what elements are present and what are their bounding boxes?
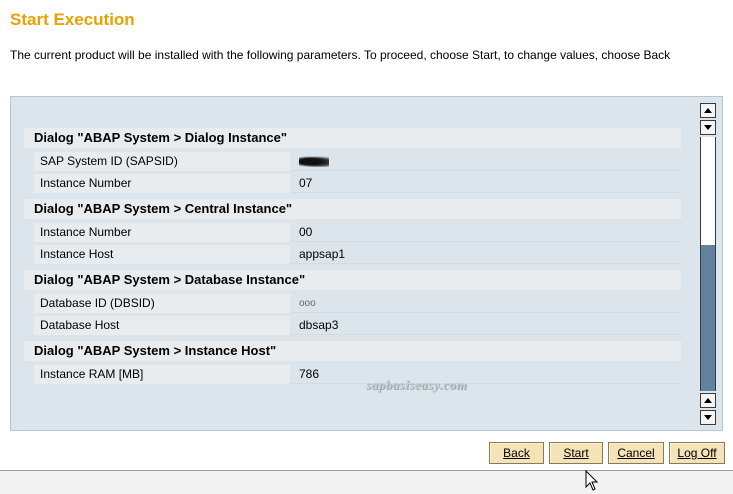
- triangle-up-icon: [704, 398, 712, 403]
- cancel-button[interactable]: Cancel: [608, 442, 664, 464]
- param-row-database-host: Database Host dbsap3: [24, 316, 681, 335]
- start-execution-page: Start Execution The current product will…: [0, 0, 733, 494]
- param-label: Instance RAM [MB]: [34, 365, 290, 384]
- param-row-dbsid: Database ID (DBSID) ooo: [24, 294, 681, 313]
- param-value: ooo: [290, 294, 681, 313]
- log-off-button[interactable]: Log Off: [669, 442, 725, 464]
- status-bar: [0, 470, 733, 494]
- param-label: Database Host: [34, 316, 290, 335]
- param-label: Instance Number: [34, 223, 290, 242]
- param-value-redacted: [290, 152, 681, 171]
- page-title: Start Execution: [10, 10, 135, 29]
- scrollbar-thumb[interactable]: [701, 245, 715, 391]
- param-label: Database ID (DBSID): [34, 294, 290, 313]
- mouse-pointer-icon: [585, 470, 599, 491]
- section-heading: Dialog "ABAP System > Central Instance": [24, 199, 681, 219]
- section-heading: Dialog "ABAP System > Dialog Instance": [24, 128, 681, 148]
- param-value: 00: [290, 223, 681, 242]
- param-row-instance-number: Instance Number 00: [24, 223, 681, 242]
- section-database-instance: Dialog "ABAP System > Database Instance"…: [24, 270, 681, 335]
- page-description: The current product will be installed wi…: [10, 48, 671, 62]
- triangle-down-icon: [704, 125, 712, 130]
- start-button[interactable]: Start: [549, 442, 603, 464]
- section-heading: Dialog "ABAP System > Database Instance": [24, 270, 681, 290]
- back-button[interactable]: Back: [489, 442, 544, 464]
- param-value: 07: [290, 174, 681, 193]
- scroll-up-button[interactable]: [700, 120, 716, 135]
- section-dialog-instance: Dialog "ABAP System > Dialog Instance" S…: [24, 128, 681, 193]
- scroll-bottom-button[interactable]: [700, 410, 716, 425]
- back-button-label: Back: [503, 446, 530, 460]
- scroll-down-button[interactable]: [700, 393, 716, 408]
- cancel-button-label: Cancel: [617, 446, 655, 460]
- log-off-button-label: Log Off: [677, 446, 717, 460]
- triangle-up-icon: [704, 108, 712, 113]
- param-row-instance-host: Instance Host appsap1: [24, 245, 681, 264]
- param-value: appsap1: [290, 245, 681, 264]
- vertical-scrollbar[interactable]: [700, 103, 716, 425]
- scroll-top-button[interactable]: [700, 103, 716, 118]
- section-instance-host: Dialog "ABAP System > Instance Host" Ins…: [24, 341, 681, 384]
- param-row-instance-ram: Instance RAM [MB] 786: [24, 365, 681, 384]
- param-value: 786: [290, 365, 681, 384]
- redaction-blot: [299, 156, 329, 168]
- param-label: SAP System ID (SAPSID): [34, 152, 290, 171]
- param-row-instance-number: Instance Number 07: [24, 174, 681, 193]
- param-label: Instance Host: [34, 245, 290, 264]
- section-central-instance: Dialog "ABAP System > Central Instance" …: [24, 199, 681, 264]
- start-button-label: Start: [563, 446, 589, 460]
- param-row-sapsid: SAP System ID (SAPSID): [24, 152, 681, 171]
- watermark-text: sapbasiseasy.com: [366, 377, 468, 392]
- section-heading: Dialog "ABAP System > Instance Host": [24, 341, 681, 361]
- triangle-down-icon: [704, 415, 712, 420]
- param-label: Instance Number: [34, 174, 290, 193]
- scrollbar-track[interactable]: [700, 137, 716, 391]
- parameters-list: Dialog "ABAP System > Dialog Instance" S…: [24, 128, 681, 426]
- param-value: dbsap3: [290, 316, 681, 335]
